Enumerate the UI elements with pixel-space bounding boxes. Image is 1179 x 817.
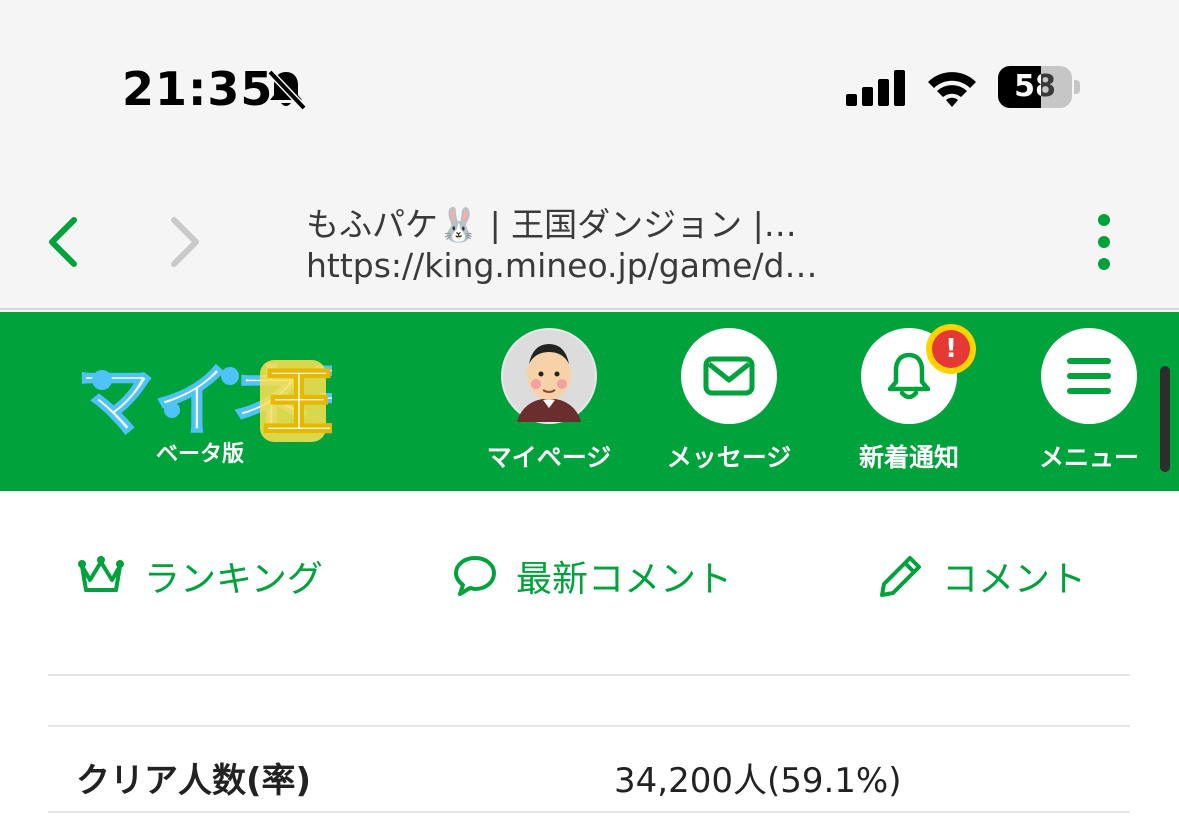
menu-button[interactable]: メニュー [1014,328,1164,478]
browser-toolbar: もふパケ🐰 | 王国ダンジョン |… https://king.mineo.jp… [0,170,1179,310]
speech-bubble-icon [454,556,496,596]
mineo-logo[interactable]: マイネ王 王 [72,340,332,450]
notification-button[interactable]: ! 新着通知 [834,324,984,478]
scrollbar[interactable] [1160,366,1170,472]
more-options-icon[interactable] [1084,210,1124,274]
divider [48,811,1130,813]
tab-latest-comments-label: 最新コメント [516,559,733,600]
page-title: もふパケ🐰 | 王国ダンジョン |… [306,205,797,244]
tab-ranking[interactable]: ランキング [76,551,323,601]
hamburger-icon [1067,358,1111,394]
status-time: 21:35 [122,62,274,116]
bell-muted-icon [267,69,306,110]
message-label: メッセージ [666,443,792,472]
pencil-icon [880,556,921,597]
notification-label: 新着通知 [858,443,959,472]
crown-icon [78,556,124,592]
divider [48,725,1130,727]
tab-comment[interactable]: コメント [878,551,1086,601]
menu-label: メニュー [1038,443,1139,472]
envelope-icon [703,356,755,396]
clear-count-label: クリア人数(率) [76,761,312,801]
notification-badge: ! [926,324,976,374]
battery-indicator: 58 [998,66,1080,108]
main-content: ランキング 最新コメント コメント クリア人数(率) 34,200人(59.1%… [0,491,1179,817]
avatar-icon [503,330,595,422]
message-button[interactable]: メッセージ [654,328,804,478]
clear-count-value: 34,200人(59.1%) [614,761,902,801]
tab-comment-label: コメント [942,559,1087,600]
battery-percentage: 58 [1014,69,1056,104]
tab-latest-comments[interactable]: 最新コメント [452,551,732,601]
page-url[interactable]: https://king.mineo.jp/game/d… [306,246,866,285]
mypage-button[interactable]: マイページ [474,328,624,478]
site-header: マイネ王 王 ベータ版 マイページ [0,312,1179,491]
forward-arrow-icon[interactable] [160,210,210,274]
cellular-signal-icon [846,70,905,106]
tab-ranking-label: ランキング [144,559,323,600]
divider [48,674,1130,676]
bell-icon [887,352,931,400]
status-bar: 21:35 58 [0,0,1179,170]
back-arrow-icon[interactable] [40,210,90,274]
mypage-label: マイページ [486,443,612,472]
wifi-icon [928,72,976,107]
svg-text:王: 王 [262,360,332,446]
avatar[interactable] [501,328,597,424]
beta-label: ベータ版 [155,442,244,467]
